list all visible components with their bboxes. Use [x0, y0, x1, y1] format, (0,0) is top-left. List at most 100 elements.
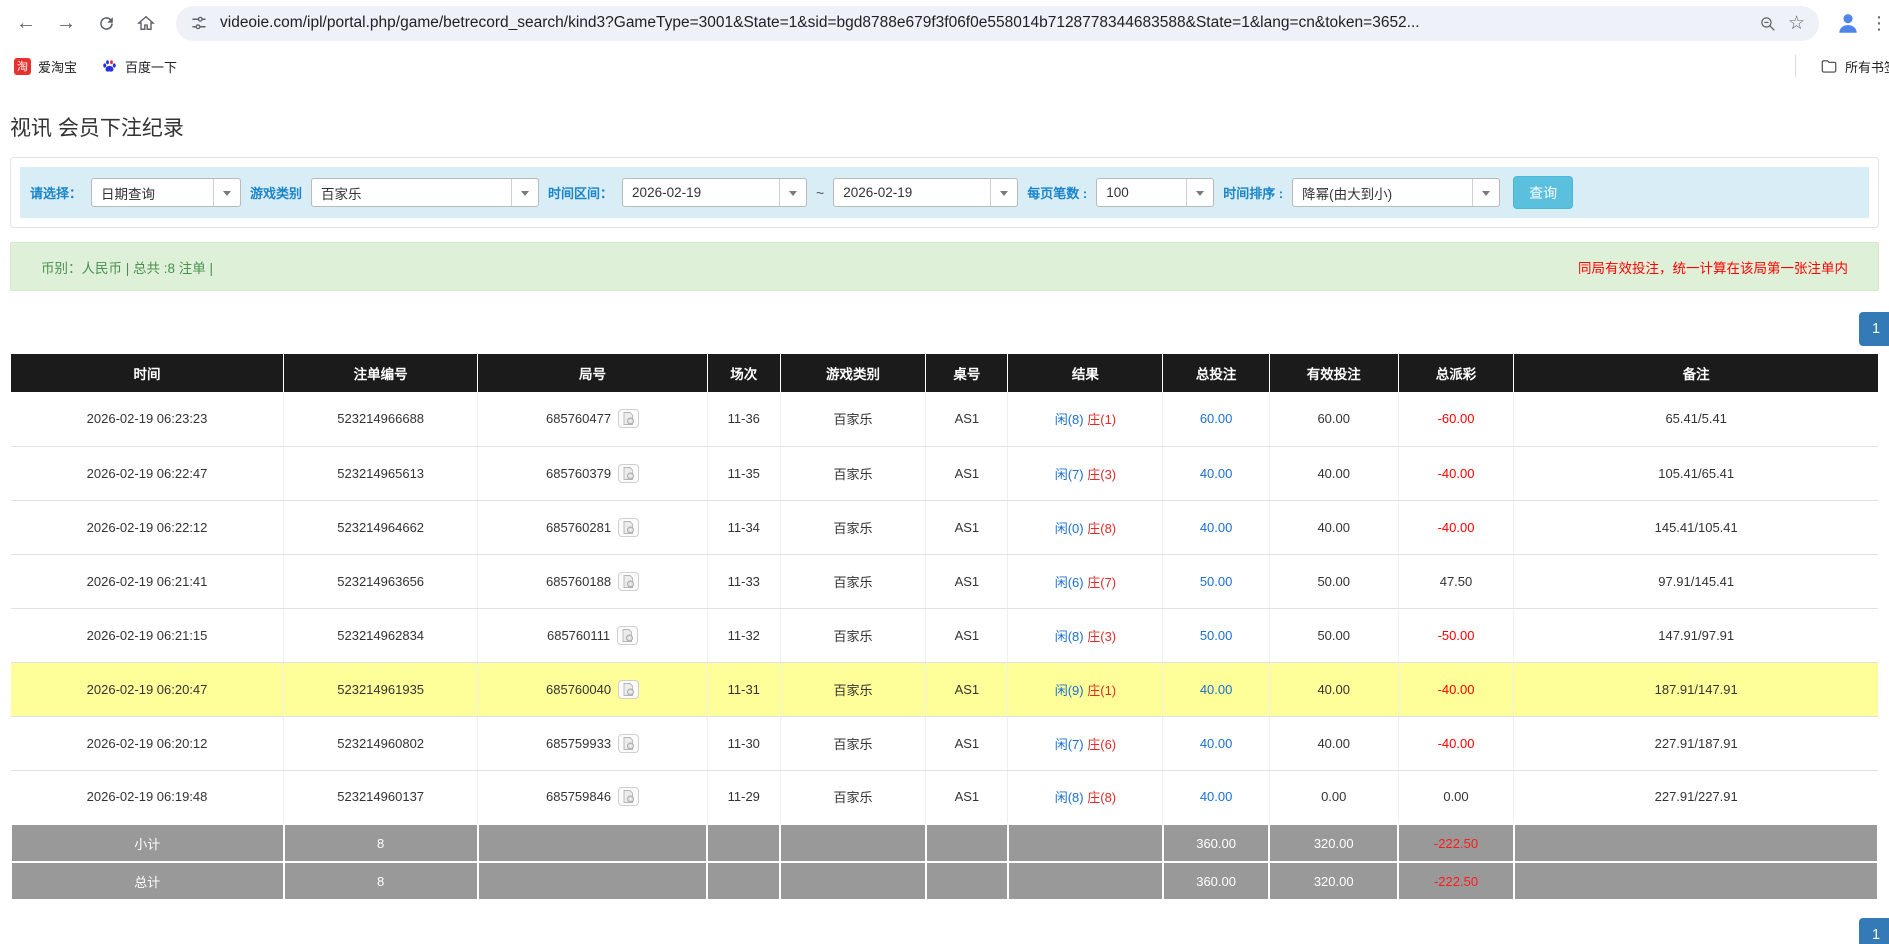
search-button[interactable]: 查询: [1513, 176, 1573, 209]
video-replay-icon[interactable]: [618, 787, 639, 806]
video-replay-icon[interactable]: [618, 680, 639, 699]
all-bookmarks-button[interactable]: 所有书签: [1820, 57, 1889, 76]
video-replay-icon[interactable]: [618, 518, 639, 537]
chevron-down-icon[interactable]: [1472, 179, 1499, 206]
summary-total-bet: 360.00: [1163, 862, 1269, 900]
page-size-select[interactable]: 100: [1096, 178, 1214, 207]
total-bet-link[interactable]: 40.00: [1200, 520, 1233, 535]
cell-bet-id: 523214963656: [284, 554, 478, 608]
cell-table-no: AS1: [926, 446, 1008, 500]
avatar-icon: [1835, 10, 1861, 36]
total-bet-link[interactable]: 50.00: [1200, 628, 1233, 643]
site-settings-icon[interactable]: [190, 14, 208, 32]
cell-bet-id: 523214960137: [284, 770, 478, 824]
page-content: 视讯 会员下注纪录 请选择： 日期查询 游戏类别 百家乐 时间区间： 2026-…: [0, 112, 1889, 944]
bookmark-star-icon[interactable]: ☆: [1788, 12, 1805, 35]
column-header: 场次: [707, 354, 780, 392]
cell-total-bet: 40.00: [1163, 770, 1269, 824]
chevron-down-icon[interactable]: [990, 179, 1017, 206]
profile-avatar[interactable]: [1831, 6, 1865, 40]
table-row: 2026-02-19 06:23:23 523214966688 6857604…: [11, 392, 1878, 446]
home-button[interactable]: [128, 5, 164, 41]
cell-valid-bet: 40.00: [1269, 446, 1398, 500]
video-replay-icon[interactable]: [617, 626, 638, 645]
video-replay-icon[interactable]: [618, 464, 639, 483]
cell-round-id: 685760040: [478, 662, 708, 716]
cell-total-bet: 40.00: [1163, 500, 1269, 554]
cell-session: 11-30: [707, 716, 780, 770]
cell-result: 闲(7) 庄(6): [1008, 716, 1163, 770]
total-bet-link[interactable]: 40.00: [1200, 736, 1233, 751]
chevron-down-icon[interactable]: [511, 179, 538, 206]
total-bet-link[interactable]: 60.00: [1200, 411, 1233, 426]
cell-session: 11-32: [707, 608, 780, 662]
back-button[interactable]: ←: [8, 5, 44, 41]
video-replay-icon[interactable]: [618, 409, 639, 428]
cell-table-no: AS1: [926, 716, 1008, 770]
video-replay-icon[interactable]: [618, 734, 639, 753]
column-header: 时间: [11, 354, 284, 392]
cell-valid-bet: 40.00: [1269, 662, 1398, 716]
cell-remark: 145.41/105.41: [1514, 500, 1878, 554]
summary-payout: -222.50: [1398, 862, 1514, 900]
summary-label: 总计: [11, 862, 284, 900]
refresh-button[interactable]: [88, 5, 124, 41]
cell-time: 2026-02-19 06:22:12: [11, 500, 284, 554]
date-from-select[interactable]: 2026-02-19: [622, 178, 807, 207]
cell-game-type: 百家乐: [780, 662, 926, 716]
column-header: 结果: [1008, 354, 1163, 392]
browser-menu-icon[interactable]: ⋮: [1869, 13, 1889, 34]
forward-button[interactable]: →: [48, 5, 84, 41]
chevron-down-icon[interactable]: [1186, 179, 1213, 206]
chevron-down-icon[interactable]: [779, 179, 806, 206]
column-header: 总投注: [1163, 354, 1269, 392]
bookmark-baidu[interactable]: 百度一下: [101, 57, 177, 76]
bookmark-aitaobao[interactable]: 淘 爱淘宝: [14, 57, 77, 76]
select-label: 请选择：: [30, 183, 82, 202]
total-bet-link[interactable]: 40.00: [1200, 466, 1233, 481]
currency-summary-text: 币别：人民币 | 总共 :8 注单 |: [41, 257, 213, 277]
date-to-select[interactable]: 2026-02-19: [833, 178, 1018, 207]
cell-session: 11-33: [707, 554, 780, 608]
total-bet-link[interactable]: 40.00: [1200, 682, 1233, 697]
filter-panel: 请选择： 日期查询 游戏类别 百家乐 时间区间： 2026-02-19 ~ 20…: [10, 157, 1879, 228]
url-text[interactable]: videoie.com/ipl/portal.php/game/betrecor…: [220, 14, 1747, 32]
bookmark-label: 爱淘宝: [38, 57, 77, 76]
cell-result: 闲(8) 庄(1): [1008, 392, 1163, 446]
zoom-icon[interactable]: [1759, 15, 1776, 32]
page-number-button[interactable]: 1: [1859, 918, 1889, 944]
total-bet-link[interactable]: 50.00: [1200, 574, 1233, 589]
chevron-down-icon[interactable]: [213, 179, 240, 206]
total-bet-link[interactable]: 40.00: [1200, 789, 1233, 804]
game-type-select[interactable]: 百家乐: [311, 178, 539, 207]
summary-valid-bet: 320.00: [1269, 824, 1398, 862]
table-row: 2026-02-19 06:22:47 523214965613 6857603…: [11, 446, 1878, 500]
page-number-button[interactable]: 1: [1859, 312, 1889, 346]
pagination-bottom: 1: [10, 918, 1889, 944]
browser-toolbar: ← → videoie.com/ipl/portal.php/game/betr…: [0, 0, 1889, 46]
cell-session: 11-34: [707, 500, 780, 554]
video-replay-icon[interactable]: [618, 572, 639, 591]
address-bar[interactable]: videoie.com/ipl/portal.php/game/betrecor…: [176, 6, 1819, 41]
bookmarks-divider: [1795, 55, 1796, 77]
column-header: 局号: [478, 354, 708, 392]
summary-valid-bet: 320.00: [1269, 862, 1398, 900]
cell-total-bet: 40.00: [1163, 716, 1269, 770]
date-range-label: 时间区间：: [548, 183, 613, 202]
summary-bar: 币别：人民币 | 总共 :8 注单 | 同局有效投注，统一计算在该局第一张注单内: [10, 242, 1879, 291]
cell-game-type: 百家乐: [780, 446, 926, 500]
cell-round-id: 685760188: [478, 554, 708, 608]
query-type-select[interactable]: 日期查询: [91, 178, 241, 207]
summary-count: 8: [284, 824, 478, 862]
summary-label: 小计: [11, 824, 284, 862]
cell-payout: 47.50: [1398, 554, 1514, 608]
cell-remark: 105.41/65.41: [1514, 446, 1878, 500]
column-header: 备注: [1514, 354, 1878, 392]
cell-round-id: 685759933: [478, 716, 708, 770]
column-header: 游戏类别: [780, 354, 926, 392]
cell-valid-bet: 0.00: [1269, 770, 1398, 824]
page-size-label: 每页笔数 :: [1027, 183, 1087, 202]
cell-round-id: 685759846: [478, 770, 708, 824]
table-row: 2026-02-19 06:21:15 523214962834 6857601…: [11, 608, 1878, 662]
time-sort-select[interactable]: 降幂(由大到小): [1292, 178, 1500, 207]
